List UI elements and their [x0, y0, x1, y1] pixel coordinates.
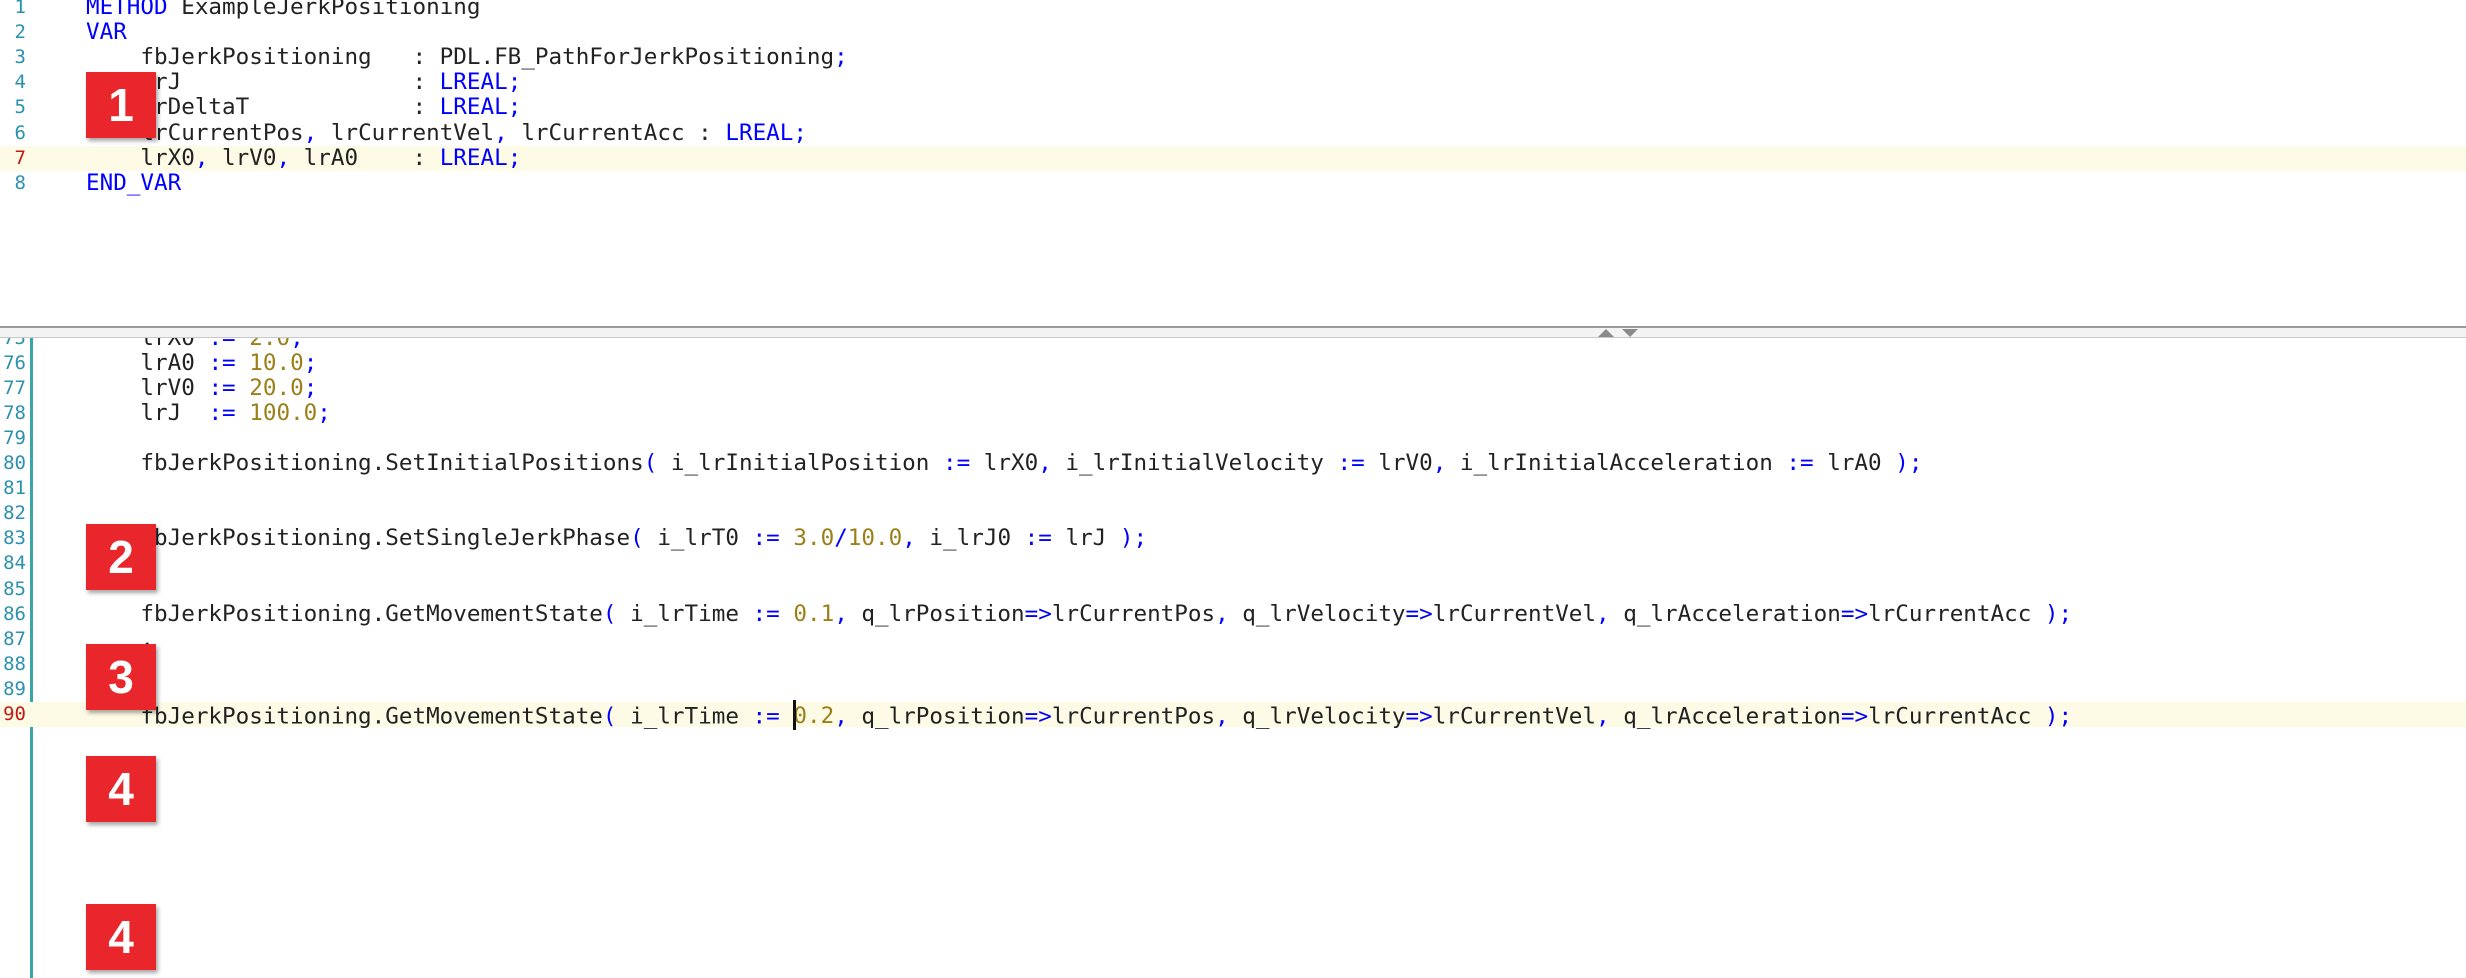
- code-line[interactable]: 75 lrX0 := 2.0;: [0, 338, 2466, 351]
- code-line[interactable]: 76 lrA0 := 10.0;: [0, 351, 2466, 376]
- code-text[interactable]: lrV0 := 20.0;: [86, 376, 317, 401]
- line-number: 82: [3, 502, 26, 525]
- code-text[interactable]: lrX0 := 2.0;: [86, 338, 303, 351]
- code-text[interactable]: lrA0 := 10.0;: [86, 351, 317, 376]
- code-line[interactable]: 86 fbJerkPositioning.GetMovementState( i…: [0, 601, 2466, 627]
- line-number: 3: [14, 46, 26, 69]
- line-number: 80: [3, 452, 26, 475]
- code-text[interactable]: lrJ := 100.0;: [86, 401, 330, 426]
- line-number: 75: [3, 338, 26, 349]
- line-number: 1: [14, 0, 26, 18]
- code-text[interactable]: fbJerkPositioning.SetInitialPositions( i…: [86, 451, 1922, 476]
- line-number: 87: [3, 627, 26, 650]
- code-line[interactable]: 84: [0, 551, 2466, 576]
- line-number: 86: [3, 602, 26, 625]
- code-line[interactable]: 3 fbJerkPositioning : PDL.FB_PathForJerk…: [0, 45, 2466, 70]
- annotation-badge: 4: [86, 904, 156, 970]
- line-number: 4: [14, 71, 26, 94]
- code-line[interactable]: 2 VAR: [0, 20, 2466, 45]
- code-line[interactable]: 5 lrDeltaT : LREAL;: [0, 95, 2466, 120]
- code-line[interactable]: 7 lrX0, lrV0, lrA0 : LREAL;: [0, 145, 2466, 171]
- code-line[interactable]: 79: [0, 426, 2466, 451]
- line-number: 5: [14, 96, 26, 119]
- code-line[interactable]: 88 .: [0, 651, 2466, 677]
- line-number: 79: [3, 427, 26, 450]
- line-number: 77: [3, 377, 26, 400]
- line-number: 7: [14, 146, 26, 169]
- line-number: 6: [14, 121, 26, 144]
- code-line[interactable]: 1 METHOD ExampleJerkPositioning: [0, 0, 2466, 20]
- code-text[interactable]: lrCurrentPos, lrCurrentVel, lrCurrentAcc…: [86, 120, 807, 146]
- code-line[interactable]: 81: [0, 476, 2466, 501]
- code-line[interactable]: 80 fbJerkPositioning.SetInitialPositions…: [0, 451, 2466, 476]
- line-number: 2: [14, 21, 26, 44]
- annotation-badge: 3: [86, 644, 156, 710]
- implementation-editor[interactable]: 75 lrX0 := 2.0; 76 lrA0 := 10.0; 77 lrV0 :…: [0, 338, 2466, 978]
- annotation-badge: 4: [86, 756, 156, 822]
- code-line[interactable]: 78 lrJ := 100.0;: [0, 401, 2466, 426]
- line-number: 88: [3, 652, 26, 675]
- line-number: 90: [3, 702, 26, 725]
- line-number: 83: [3, 527, 26, 550]
- code-text[interactable]: VAR: [86, 20, 127, 45]
- code-text[interactable]: fbJerkPositioning.GetMovementState( i_lr…: [86, 601, 2072, 627]
- code-line[interactable]: 82: [0, 501, 2466, 526]
- code-text[interactable]: fbJerkPositioning : PDL.FB_PathForJerkPo…: [86, 45, 847, 70]
- line-number: 81: [3, 477, 26, 500]
- code-text[interactable]: END_VAR: [86, 170, 181, 196]
- code-line[interactable]: 83 fbJerkPositioning.SetSingleJerkPhase(…: [0, 526, 2466, 551]
- code-line[interactable]: 6 lrCurrentPos, lrCurrentVel, lrCurrentA…: [0, 120, 2466, 146]
- code-line[interactable]: 4 lrJ : LREAL;: [0, 70, 2466, 95]
- line-number: 84: [3, 552, 26, 575]
- code-line[interactable]: 90 fbJerkPositioning.GetMovementState( i…: [0, 699, 2466, 730]
- code-line[interactable]: 8 END_VAR: [0, 170, 2466, 196]
- line-number: 8: [14, 171, 26, 194]
- line-number: 89: [3, 677, 26, 700]
- code-line[interactable]: 87 .: [0, 626, 2466, 652]
- code-text[interactable]: fbJerkPositioning.GetMovementState( i_lr…: [86, 699, 2072, 732]
- pane-splitter[interactable]: [0, 326, 2466, 338]
- declaration-editor[interactable]: 1 METHOD ExampleJerkPositioning 2 VAR 3 fbJe…: [0, 0, 2466, 326]
- line-number: 85: [3, 577, 26, 600]
- annotation-badge: 1: [86, 72, 156, 138]
- line-number: 78: [3, 402, 26, 425]
- annotation-badge: 2: [86, 524, 156, 590]
- code-text[interactable]: lrX0, lrV0, lrA0 : LREAL;: [86, 145, 521, 171]
- code-text[interactable]: fbJerkPositioning.SetSingleJerkPhase( i_…: [86, 526, 1147, 551]
- code-line[interactable]: 85: [0, 577, 2466, 602]
- code-text[interactable]: METHOD ExampleJerkPositioning: [86, 0, 481, 20]
- line-number: 76: [3, 352, 26, 375]
- code-line[interactable]: 89 .: [0, 676, 2466, 702]
- code-line[interactable]: 77 lrV0 := 20.0;: [0, 376, 2466, 401]
- splitter-arrows-icon[interactable]: [1588, 328, 1648, 338]
